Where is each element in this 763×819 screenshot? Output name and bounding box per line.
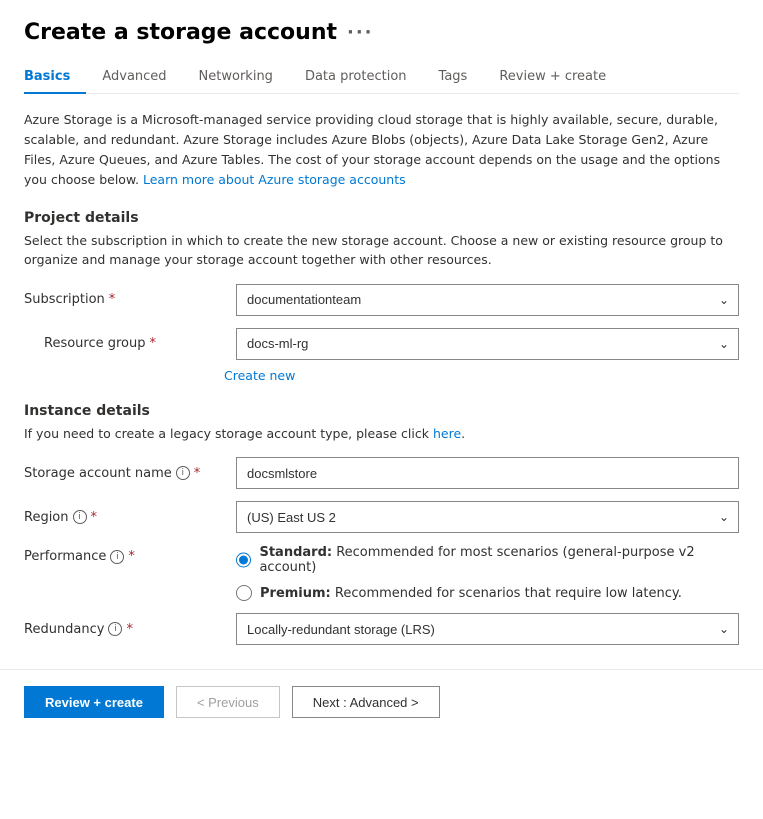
storage-account-info-icon[interactable]: i <box>176 466 190 480</box>
review-create-button[interactable]: Review + create <box>24 686 164 718</box>
redundancy-info-icon[interactable]: i <box>108 622 122 636</box>
resource-group-label: Resource group * <box>24 336 224 351</box>
description-block: Azure Storage is a Microsoft-managed ser… <box>24 110 739 190</box>
instance-details-desc: If you need to create a legacy storage a… <box>24 425 739 444</box>
performance-label: Performance i * <box>24 545 224 564</box>
region-control: (US) East US 2 ⌄ <box>236 501 739 533</box>
footer: Review + create < Previous Next : Advanc… <box>0 670 763 734</box>
resource-group-control: docs-ml-rg ⌄ <box>236 328 739 360</box>
region-select-wrapper: (US) East US 2 ⌄ <box>236 501 739 533</box>
subscription-row: Subscription * documentationteam ⌄ <box>24 284 739 316</box>
page-title-text: Create a storage account <box>24 20 337 45</box>
resource-group-select-wrapper: docs-ml-rg ⌄ <box>236 328 739 360</box>
performance-standard-radio[interactable] <box>236 552 251 568</box>
project-details-title: Project details <box>24 210 739 226</box>
region-row: Region i * (US) East US 2 ⌄ <box>24 501 739 533</box>
subscription-label: Subscription * <box>24 292 224 307</box>
performance-control: Standard: Recommended for most scenarios… <box>236 545 739 601</box>
redundancy-label: Redundancy i * <box>24 622 224 637</box>
redundancy-row: Redundancy i * Locally-redundant storage… <box>24 613 739 645</box>
region-label: Region i * <box>24 510 224 525</box>
tab-networking[interactable]: Networking <box>183 61 289 94</box>
description-link[interactable]: Learn more about Azure storage accounts <box>143 172 406 187</box>
create-new-link[interactable]: Create new <box>224 368 739 383</box>
subscription-control: documentationteam ⌄ <box>236 284 739 316</box>
page-title: Create a storage account ··· <box>24 20 739 45</box>
storage-account-name-input[interactable] <box>236 457 739 489</box>
performance-standard-label: Standard: Recommended for most scenarios… <box>259 545 739 575</box>
performance-premium-option[interactable]: Premium: Recommended for scenarios that … <box>236 585 739 601</box>
legacy-type-link[interactable]: here <box>433 426 461 441</box>
storage-account-name-row: Storage account name i * <box>24 457 739 489</box>
resource-group-select[interactable]: docs-ml-rg <box>236 328 739 360</box>
storage-account-name-control <box>236 457 739 489</box>
next-button[interactable]: Next : Advanced > <box>292 686 440 718</box>
tab-data-protection[interactable]: Data protection <box>289 61 423 94</box>
redundancy-select[interactable]: Locally-redundant storage (LRS) <box>236 613 739 645</box>
instance-details-title: Instance details <box>24 403 739 419</box>
storage-account-name-label: Storage account name i * <box>24 466 224 481</box>
subscription-select[interactable]: documentationteam <box>236 284 739 316</box>
region-info-icon[interactable]: i <box>73 510 87 524</box>
tab-basics[interactable]: Basics <box>24 61 86 94</box>
subscription-select-wrapper: documentationteam ⌄ <box>236 284 739 316</box>
performance-premium-radio[interactable] <box>236 585 252 601</box>
performance-row: Performance i * Standard: Recommended fo… <box>24 545 739 601</box>
project-details-desc: Select the subscription in which to crea… <box>24 232 739 270</box>
tab-advanced[interactable]: Advanced <box>86 61 182 94</box>
redundancy-select-wrapper: Locally-redundant storage (LRS) ⌄ <box>236 613 739 645</box>
performance-radio-group: Standard: Recommended for most scenarios… <box>236 545 739 601</box>
previous-button[interactable]: < Previous <box>176 686 280 718</box>
region-select[interactable]: (US) East US 2 <box>236 501 739 533</box>
redundancy-control: Locally-redundant storage (LRS) ⌄ <box>236 613 739 645</box>
tabs-bar: Basics Advanced Networking Data protecti… <box>24 61 739 94</box>
performance-info-icon[interactable]: i <box>110 550 124 564</box>
resource-group-row: Resource group * docs-ml-rg ⌄ <box>24 328 739 360</box>
performance-premium-label: Premium: Recommended for scenarios that … <box>260 586 682 601</box>
tab-review-create[interactable]: Review + create <box>483 61 622 94</box>
performance-standard-option[interactable]: Standard: Recommended for most scenarios… <box>236 545 739 575</box>
page-title-dots[interactable]: ··· <box>347 22 374 43</box>
tab-tags[interactable]: Tags <box>423 61 484 94</box>
